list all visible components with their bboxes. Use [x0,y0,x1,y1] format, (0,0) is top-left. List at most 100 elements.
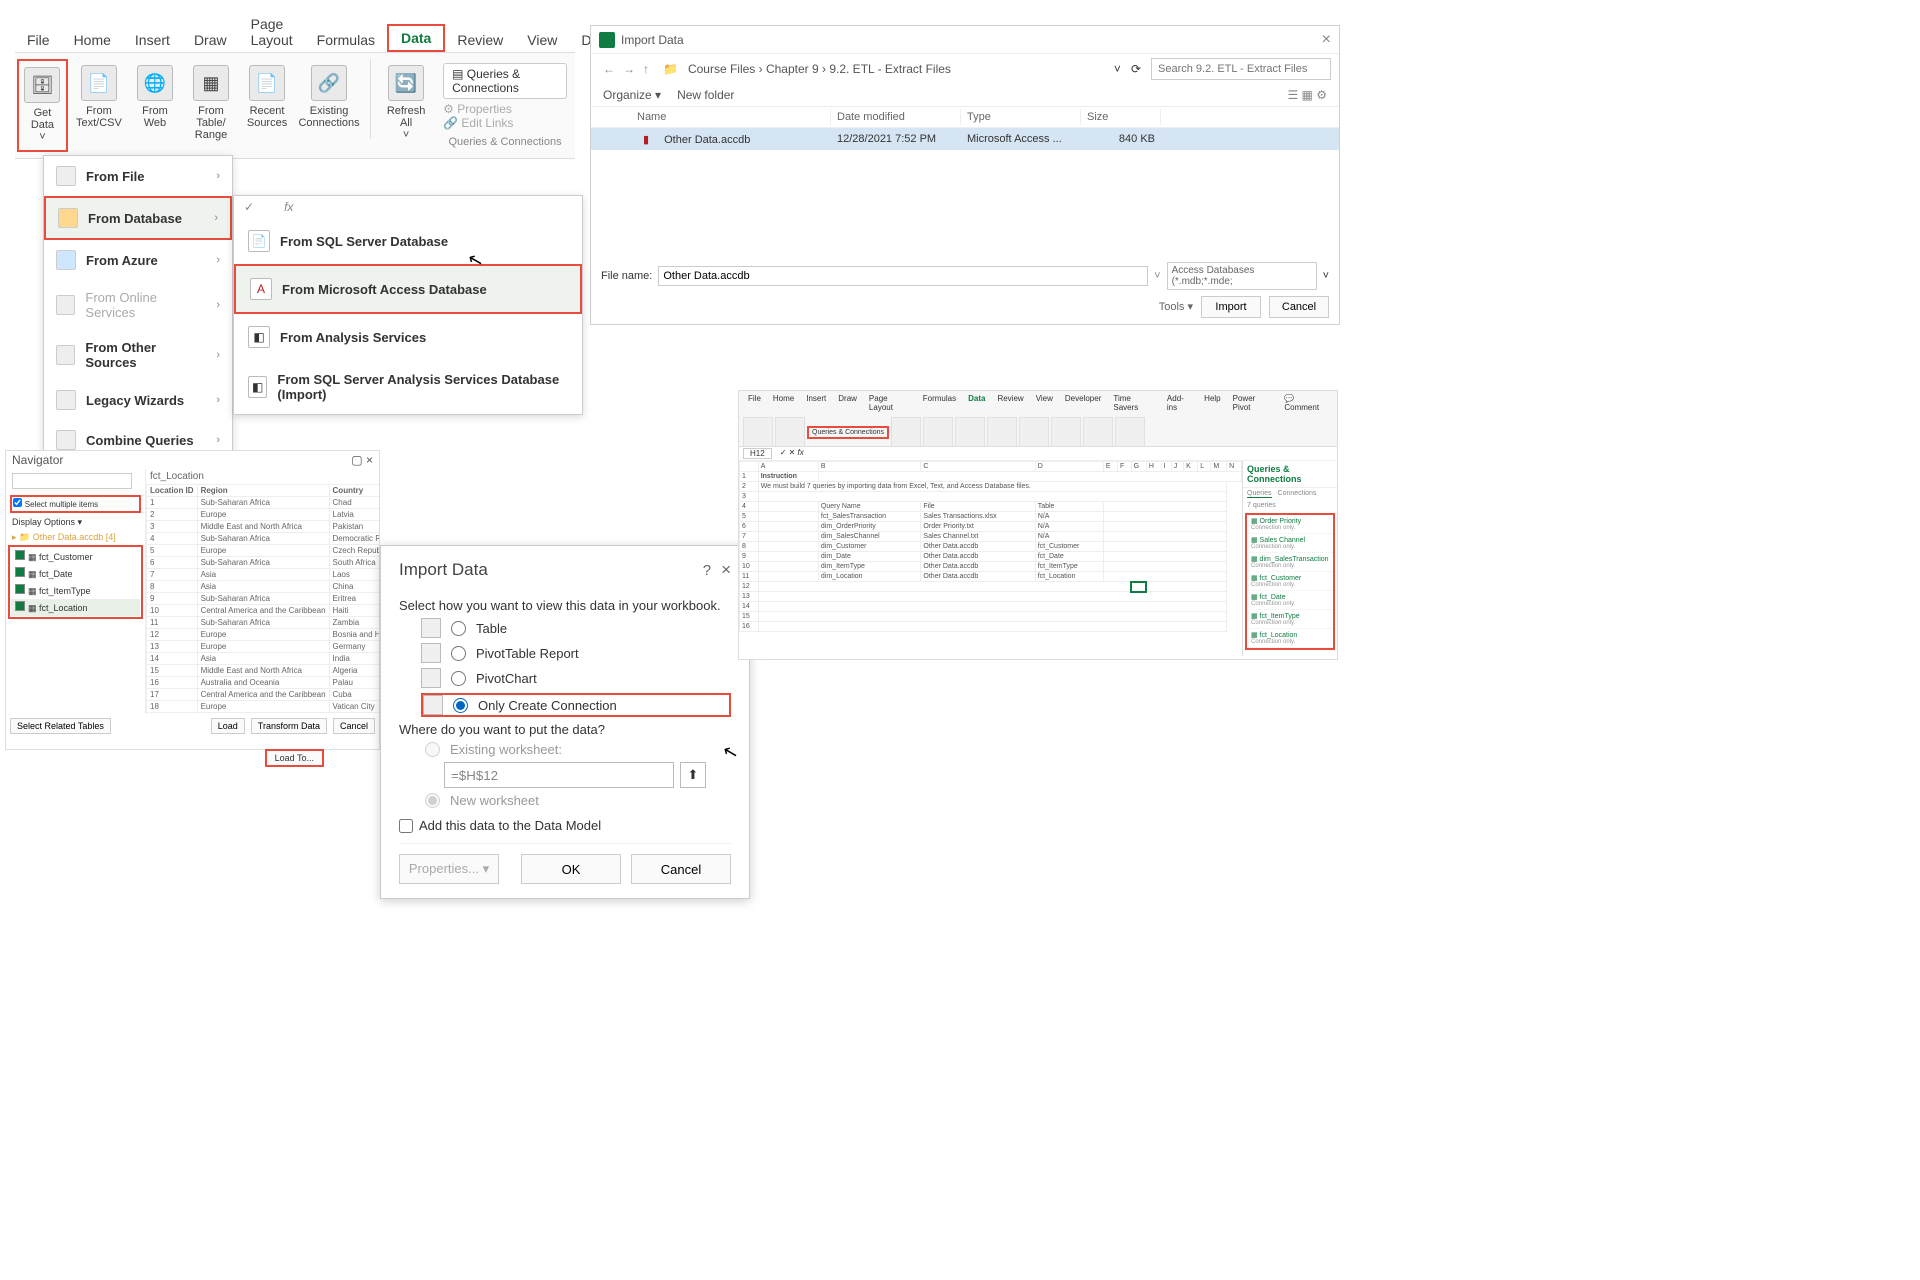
tab-review[interactable]: Review [445,28,515,52]
cell-ref-input[interactable] [444,762,674,788]
tab[interactable]: Page Layout [866,393,914,413]
tools-button[interactable]: Tools ▾ [1159,296,1193,318]
query-item[interactable]: ▦ dim_SalesTransactionConnection only. [1247,553,1333,572]
table-row[interactable]: 7AsiaLaos [147,569,380,581]
dropdown-icon[interactable]: ˅ [1323,270,1329,282]
checkbox-icon[interactable] [15,550,25,560]
from-online-services-item[interactable]: From Online Services› [44,280,232,330]
tab-queries[interactable]: Queries [1247,490,1272,498]
table-row[interactable]: 12EuropeBosnia and Herzegovina [147,629,380,641]
close-icon[interactable]: × [366,453,373,467]
ribbon-block[interactable] [987,417,1017,447]
tree-item[interactable]: ▦ fct_Customer [11,548,140,565]
tab[interactable]: Power Pivot [1230,393,1276,413]
ribbon-block[interactable] [1019,417,1049,447]
tab[interactable]: Draw [835,393,860,413]
table-row[interactable]: 7dim_SalesChannelSales Channel.txtN/A [740,532,1242,542]
breadcrumb[interactable]: Course Files › Chapter 9 › 9.2. ETL - Ex… [688,62,1104,76]
select-related-button[interactable]: Select Related Tables [10,718,111,734]
table-row[interactable]: 10dim_ItemTypeOther Data.accdbfct_ItemTy… [740,562,1242,572]
close-icon[interactable]: × [1322,31,1331,49]
checkbox-icon[interactable] [15,567,25,577]
legacy-wizards-item[interactable]: Legacy Wizards› [44,380,232,420]
tree-item[interactable]: ▦ fct_ItemType [11,582,140,599]
radio-table[interactable] [451,621,466,636]
option-table[interactable]: Table [421,618,731,638]
comment-icon[interactable]: 💬 Comment [1281,393,1331,413]
ribbon-block[interactable] [1115,417,1145,447]
option-connection[interactable]: Only Create Connection [421,693,731,717]
table-row[interactable]: 11dim_LocationOther Data.accdbfct_Locati… [740,572,1242,582]
table-row[interactable]: 17Central America and the CaribbeanCuba [147,689,380,701]
tab-insert[interactable]: Insert [123,28,182,52]
tab[interactable]: Insert [803,393,829,413]
query-item[interactable]: ▦ Order PriorityConnection only. [1247,515,1333,534]
table-row[interactable]: 8dim_CustomerOther Data.accdbfct_Custome… [740,542,1242,552]
col-name[interactable]: Name [631,109,831,125]
table-row[interactable]: 19Middle East and North AfricaLebanon [147,713,380,715]
from-textcsv-button[interactable]: 📄From Text/CSV [74,59,124,152]
dropdown-icon[interactable]: ˅ [1114,62,1121,76]
table-row[interactable]: 5fct_SalesTransactionSales Transactions.… [740,512,1242,522]
from-database-item[interactable]: From Database› [44,196,232,240]
query-item[interactable]: ▦ Sales ChannelConnection only. [1247,534,1333,553]
tab-connections[interactable]: Connections [1278,490,1317,498]
query-item[interactable]: ▦ fct_DateConnection only. [1247,591,1333,610]
tab-home[interactable]: Home [62,28,123,52]
help-icon[interactable]: ? [693,562,721,579]
query-item[interactable]: ▦ fct_ItemTypeConnection only. [1247,610,1333,629]
ribbon-block[interactable] [775,417,805,447]
from-table-range-button[interactable]: ▦From Table/ Range [186,59,236,152]
data-model-checkbox[interactable] [399,819,413,833]
from-analysis-services-item[interactable]: ◧From Analysis Services [234,314,582,360]
from-ssas-import-item[interactable]: ◧From SQL Server Analysis Services Datab… [234,360,582,414]
search-input[interactable] [1151,58,1331,80]
forward-icon[interactable]: → [619,62,639,76]
transform-data-button[interactable]: Transform Data [251,718,327,734]
data-model-row[interactable]: Add this data to the Data Model [399,818,731,833]
tree-search[interactable] [12,473,132,489]
queries-connections-button[interactable]: Queries & Connections [807,426,889,439]
filename-input[interactable] [658,266,1148,286]
table-row[interactable]: 1Sub-Saharan AfricaChad [147,497,380,509]
tab-draw[interactable]: Draw [182,28,239,52]
tree-item[interactable]: ▦ fct_Date [11,565,140,582]
col-size[interactable]: Size [1081,109,1161,125]
range-picker-icon[interactable]: ⬆ [680,762,706,788]
table-row[interactable]: 6Sub-Saharan AfricaSouth Africa [147,557,380,569]
tab[interactable]: Formulas [920,393,959,413]
cancel-button[interactable]: Cancel [631,854,731,884]
from-file-item[interactable]: From File› [44,156,232,196]
load-to-button[interactable]: Load To... [265,749,324,767]
select-multiple-checkbox[interactable] [13,498,22,507]
up-icon[interactable]: ↑ [639,62,653,76]
from-other-sources-item[interactable]: From Other Sources› [44,330,232,380]
tab-pagelayout[interactable]: Page Layout [239,12,305,52]
new-folder-button[interactable]: New folder [677,88,734,102]
cancel-button[interactable]: Cancel [1269,296,1329,318]
table-row[interactable]: 15Middle East and North AfricaAlgeria [147,665,380,677]
table-row[interactable]: 2EuropeLatvia [147,509,380,521]
ok-button[interactable]: OK [521,854,621,884]
option-chart[interactable]: PivotChart [421,668,731,688]
properties-button[interactable]: Properties... ▾ [399,854,499,884]
table-row[interactable]: 8AsiaChina [147,581,380,593]
maximize-icon[interactable]: ▢ [351,453,362,467]
from-web-button[interactable]: 🌐From Web [130,59,180,152]
tab[interactable]: Home [770,393,797,413]
import-button[interactable]: Import [1201,296,1261,318]
tab[interactable]: Time Savers [1110,393,1158,413]
table-row[interactable]: 6dim_OrderPriorityOrder Priority.txtN/A [740,522,1242,532]
existing-connections-button[interactable]: 🔗Existing Connections [298,59,360,152]
tab[interactable]: Add-ins [1164,393,1195,413]
refresh-all-button[interactable]: 🔄Refresh All ˅ [381,59,431,152]
tab[interactable]: Help [1201,393,1223,413]
tree-db-node[interactable]: ▸ 📁 Other Data.accdb [4] [8,530,143,545]
checkbox-icon[interactable] [15,601,25,611]
ribbon-block[interactable] [1051,417,1081,447]
get-data-button[interactable]: 🗄 Get Data ˅ [17,59,68,152]
worksheet[interactable]: ABCDEFGHIJKLMN 1Instruction 2We must bui… [739,461,1242,656]
cancel-button[interactable]: Cancel [333,718,375,734]
query-item[interactable]: ▦ fct_CustomerConnection only. [1247,572,1333,591]
radio-chart[interactable] [451,671,466,686]
